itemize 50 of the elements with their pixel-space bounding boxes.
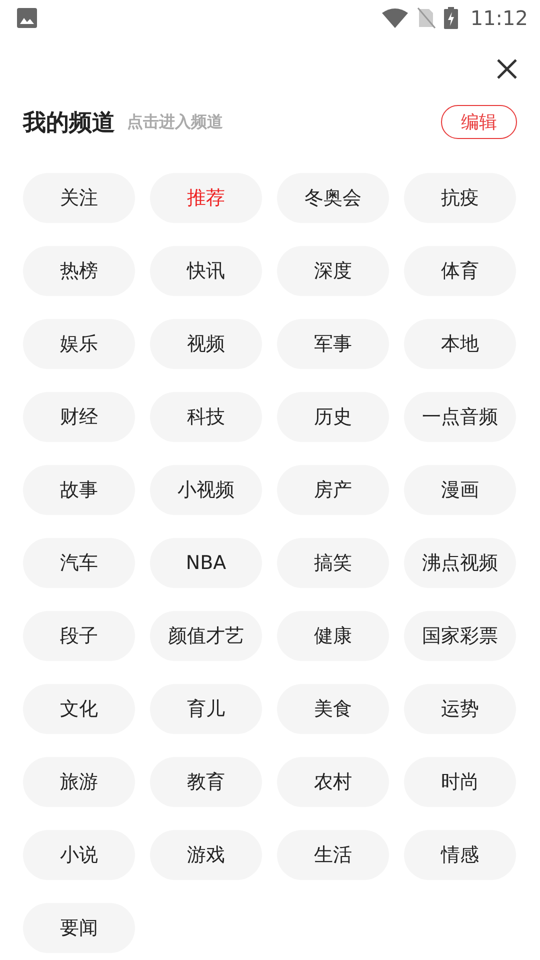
channel-chip[interactable]: 视频 xyxy=(150,319,262,369)
channel-chip[interactable]: 健康 xyxy=(277,611,389,661)
channel-chip[interactable]: 运势 xyxy=(404,684,516,734)
channel-chip[interactable]: 汽车 xyxy=(23,538,135,588)
channel-chip[interactable]: 小说 xyxy=(23,830,135,880)
channel-chip[interactable]: 沸点视频 xyxy=(404,538,516,588)
channel-chip[interactable]: 热榜 xyxy=(23,246,135,296)
section-title: 我的频道 xyxy=(23,108,115,138)
channel-chip[interactable]: 娱乐 xyxy=(23,319,135,369)
edit-button[interactable]: 编辑 xyxy=(441,105,517,139)
wifi-icon xyxy=(382,8,408,28)
channel-chip[interactable]: 一点音频 xyxy=(404,392,516,442)
channel-chip[interactable]: 财经 xyxy=(23,392,135,442)
channel-chip[interactable]: 国家彩票 xyxy=(404,611,516,661)
channel-chip[interactable]: 抗疫 xyxy=(404,173,516,223)
channel-chip[interactable]: 本地 xyxy=(404,319,516,369)
section-hint: 点击进入频道 xyxy=(127,112,223,132)
channel-chip[interactable]: 文化 xyxy=(23,684,135,734)
channel-chip[interactable]: 科技 xyxy=(150,392,262,442)
channel-chip[interactable]: 生活 xyxy=(277,830,389,880)
channel-chip[interactable]: 段子 xyxy=(23,611,135,661)
battery-charging-icon xyxy=(444,7,458,29)
channel-chip[interactable]: 育儿 xyxy=(150,684,262,734)
channel-chip[interactable]: 时尚 xyxy=(404,757,516,807)
channel-chip[interactable]: 深度 xyxy=(277,246,389,296)
channel-chip[interactable]: NBA xyxy=(150,538,262,588)
channel-chip[interactable]: 小视频 xyxy=(150,465,262,515)
channel-chip[interactable]: 房产 xyxy=(277,465,389,515)
channel-chip[interactable]: 教育 xyxy=(150,757,262,807)
no-sim-icon xyxy=(416,7,436,29)
image-icon xyxy=(17,8,37,28)
channel-chip[interactable]: 要闻 xyxy=(23,903,135,953)
channel-chip[interactable]: 情感 xyxy=(404,830,516,880)
channel-chip[interactable]: 故事 xyxy=(23,465,135,515)
channel-chip[interactable]: 体育 xyxy=(404,246,516,296)
channel-chip[interactable]: 推荐 xyxy=(150,173,262,223)
channel-chip[interactable]: 快讯 xyxy=(150,246,262,296)
channel-chip[interactable]: 历史 xyxy=(277,392,389,442)
channel-chip[interactable]: 关注 xyxy=(23,173,135,223)
channel-chip[interactable]: 军事 xyxy=(277,319,389,369)
channel-chip[interactable]: 农村 xyxy=(277,757,389,807)
channel-chip[interactable]: 颜值才艺 xyxy=(150,611,262,661)
status-time: 11:12 xyxy=(470,6,528,30)
channel-chip[interactable]: 冬奥会 xyxy=(277,173,389,223)
channel-chip[interactable]: 搞笑 xyxy=(277,538,389,588)
close-icon[interactable] xyxy=(497,59,517,79)
channel-chip[interactable]: 旅游 xyxy=(23,757,135,807)
channel-chip[interactable]: 漫画 xyxy=(404,465,516,515)
channel-chip[interactable]: 美食 xyxy=(277,684,389,734)
channel-chip[interactable]: 游戏 xyxy=(150,830,262,880)
